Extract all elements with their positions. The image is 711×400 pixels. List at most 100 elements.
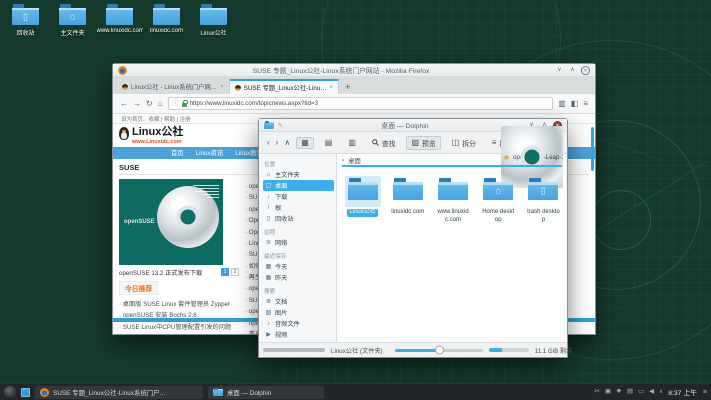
- recommend-link[interactable]: 桌面版 SUSE Linux 套件管理员 Zypper: [119, 299, 239, 308]
- places-item[interactable]: ⌂ 主文件夹: [263, 169, 334, 180]
- file-item[interactable]: www.linuxidc.com: [434, 176, 471, 224]
- places-item[interactable]: ≣ 文档: [263, 296, 334, 307]
- back-icon[interactable]: ‹: [267, 139, 270, 147]
- file-label: trash desktop: [525, 209, 562, 224]
- places-item-icon: ♪: [265, 321, 272, 327]
- places-item-icon: ▨: [265, 309, 272, 316]
- desktop-icon-label: www.linuxidc.com: [97, 28, 143, 34]
- browser-tab[interactable]: Linux公社 - Linux系统门户网… ×: [117, 79, 230, 94]
- panel-toolbox-icon[interactable]: ≡: [703, 389, 707, 396]
- places-item[interactable]: ≋ 网络: [263, 237, 334, 248]
- taskbar-item-firefox[interactable]: SUSE 专题_Linux公社-Linux系统门户…: [35, 386, 203, 399]
- dolphin-body: 位置 ⌂ 主文件夹 ▢ 桌面 ↓: [259, 153, 567, 342]
- opensuse-dvd-image[interactable]: openSUSE: [119, 179, 223, 265]
- desktop-icon[interactable]: ⌂ 主文件夹: [49, 4, 96, 37]
- chevron-right-icon: ›: [342, 157, 344, 164]
- file-item[interactable]: Linux公社: [344, 176, 381, 224]
- view-icons-button[interactable]: ▦: [296, 137, 314, 149]
- display-icon[interactable]: ▭: [638, 389, 644, 396]
- maximize-button[interactable]: ∧: [568, 66, 577, 75]
- desktop-icon-label: 回收站: [16, 28, 34, 37]
- firefox-app-icon: [40, 388, 49, 397]
- back-icon[interactable]: ←: [120, 100, 128, 108]
- taskbar-item-dolphin[interactable]: 桌面 — Dolphin: [208, 386, 324, 399]
- places-group: 搜索 ≣ 文档 ▨ 图片 ♪ 音频: [263, 286, 334, 340]
- desktop-icon[interactable]: www.linuxidc.com: [96, 4, 143, 37]
- bluetooth-icon[interactable]: ❖: [616, 389, 622, 396]
- site-nav-item[interactable]: 首页: [171, 148, 184, 157]
- places-item[interactable]: ▯ 回收站: [263, 213, 334, 224]
- site-info-icon[interactable]: ⓘ: [173, 101, 179, 107]
- desktop-icons: ▯ 回收站 ⌂ 主文件夹 www.linuxidc.com: [2, 4, 237, 37]
- browser-tab-active[interactable]: SUSE 专题_Linux公社-Linu… ×: [230, 79, 339, 94]
- home-icon[interactable]: ⌂: [158, 100, 163, 108]
- places-item[interactable]: ▶ 视频: [263, 329, 334, 340]
- pin-icon[interactable]: ✎: [278, 122, 283, 129]
- browser-tabbar: Linux公社 - Linux系统门户网… × SUSE 专题_Linux公社-…: [113, 77, 595, 94]
- breadcrumb[interactable]: › 桌面: [342, 156, 562, 167]
- view-details-button[interactable]: ▥: [343, 137, 361, 149]
- tab-close-icon[interactable]: ×: [220, 84, 224, 90]
- dolphin-statusbar: Linux公社 (文件夹) 11.1 GiB 剩余: [259, 342, 567, 357]
- sidebar-icon[interactable]: ◧: [571, 100, 579, 108]
- library-icon[interactable]: ▥: [558, 100, 566, 108]
- places-item[interactable]: / 根: [263, 202, 334, 213]
- firefox-titlebar[interactable]: SUSE 专题_Linux公社-Linux系统门户网站 - Mozilla Fi…: [113, 64, 595, 77]
- new-tab-button[interactable]: +: [339, 82, 356, 94]
- desktop-icon[interactable]: Linux公社: [190, 4, 237, 37]
- window-title: 桌面 — Dolphin: [287, 120, 523, 130]
- image-text-lines: [193, 185, 219, 198]
- forward-icon[interactable]: ›: [276, 139, 279, 147]
- pagination-2[interactable]: 2: [231, 268, 239, 276]
- site-nav-item[interactable]: Linux资讯: [196, 148, 224, 157]
- tab-close-icon[interactable]: ×: [330, 85, 334, 91]
- folder-icon: [438, 178, 468, 200]
- zoom-slider[interactable]: [395, 349, 483, 352]
- file-item[interactable]: ⌂ Home desktop: [480, 176, 517, 224]
- clock[interactable]: 8:37 上午: [668, 387, 697, 397]
- device-notifier-icon[interactable]: ▤: [627, 389, 633, 396]
- recommend-link[interactable]: SUSE Linux中CPU管理配置引发的问题: [119, 322, 239, 331]
- tab-label: SUSE 专题_Linux公社-Linu…: [244, 83, 327, 92]
- file-item[interactable]: ▯ trash desktop: [525, 176, 562, 224]
- browser-scrollbar[interactable]: [591, 127, 594, 171]
- places-item-icon: ▶: [265, 331, 272, 338]
- places-item[interactable]: ▢ 桌面: [263, 180, 334, 191]
- recommend-link[interactable]: SUSE 11 下文件系统恢复案例: [119, 333, 239, 334]
- pager-icon[interactable]: [21, 388, 30, 397]
- klipper-icon[interactable]: ✂: [594, 389, 599, 396]
- clipboard-icon[interactable]: ▣: [605, 389, 611, 396]
- places-item[interactable]: ♪ 音频文件: [263, 318, 334, 329]
- up-icon[interactable]: ∧: [284, 139, 290, 147]
- tray-expand-icon[interactable]: ∧: [659, 389, 663, 395]
- places-item[interactable]: ▦ 昨天: [263, 272, 334, 283]
- app-launcher-icon[interactable]: [4, 386, 16, 398]
- site-brand[interactable]: Linux公社: [132, 127, 183, 139]
- pagination-1[interactable]: 1: [221, 268, 229, 276]
- desktop-icon[interactable]: linuxidc.com: [143, 4, 190, 37]
- places-scrollbar[interactable]: [263, 348, 325, 352]
- desktop-icon[interactable]: ▯ 回收站: [2, 4, 49, 37]
- split-button[interactable]: ◫ 拆分: [447, 136, 481, 150]
- url-bar[interactable]: ⓘ https://www.linuxidc.com/topicnews.asp…: [168, 97, 554, 110]
- minimize-button[interactable]: ∨: [555, 66, 564, 75]
- folder-emblem-icon: ⌂: [495, 187, 500, 196]
- view-compact-button[interactable]: ▤: [320, 137, 338, 149]
- places-group-header: 搜索: [264, 286, 334, 295]
- close-button[interactable]: ×: [581, 66, 590, 75]
- places-item[interactable]: ↓ 下载: [263, 191, 334, 202]
- image-caption[interactable]: openSUSE 13.2 正式发布下载: [119, 268, 219, 277]
- places-item[interactable]: ▦ 今天: [263, 261, 334, 272]
- breadcrumb-label[interactable]: 桌面: [348, 156, 361, 165]
- places-item-label: 昨天: [275, 273, 287, 282]
- url-text[interactable]: https://www.linuxidc.com/topicnews.aspx?…: [190, 100, 318, 107]
- find-button[interactable]: 查找: [367, 136, 401, 150]
- menu-icon[interactable]: ≡: [583, 100, 588, 108]
- preview-button[interactable]: ▧ 预览: [406, 136, 440, 150]
- reload-icon[interactable]: ↻: [146, 100, 153, 108]
- file-icon-wrap: [345, 176, 381, 207]
- places-item[interactable]: ▨ 图片: [263, 307, 334, 318]
- file-item[interactable]: linuxidc.com: [389, 176, 426, 224]
- forward-icon[interactable]: →: [133, 100, 141, 108]
- volume-icon[interactable]: ◀: [649, 389, 654, 396]
